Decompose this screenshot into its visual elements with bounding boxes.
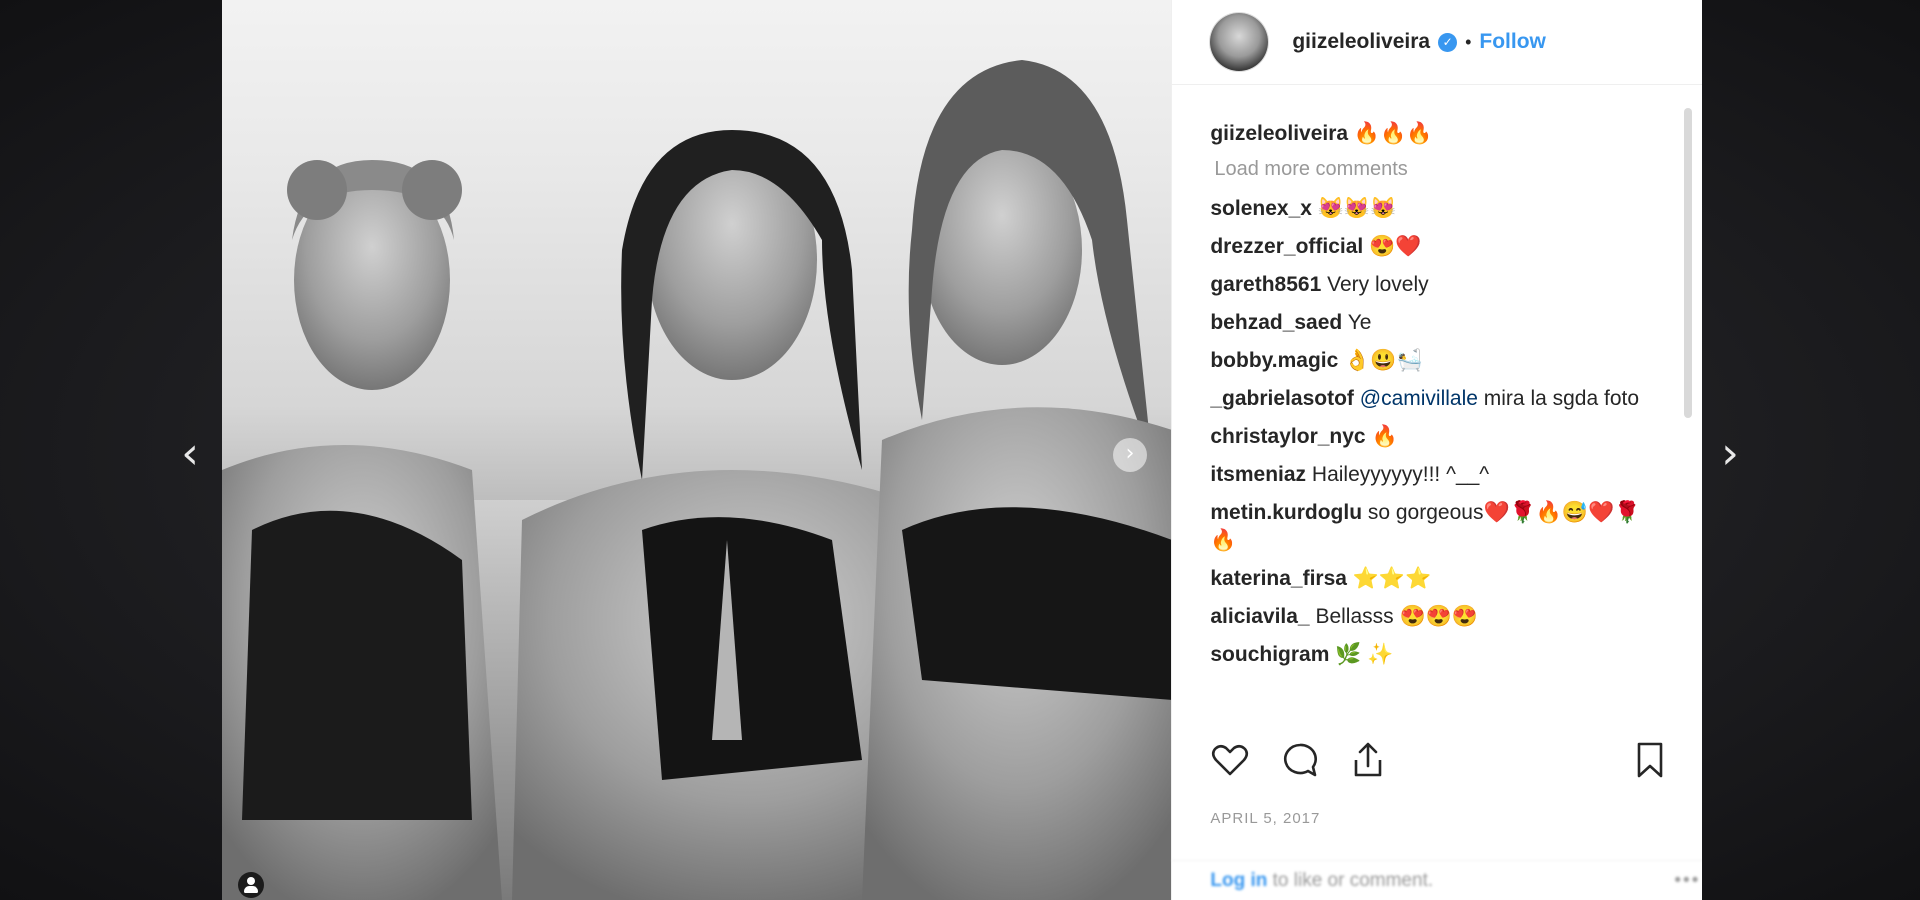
comment-username[interactable]: drezzer_official [1210, 235, 1363, 258]
comment-text: 😻😻😻 [1311, 197, 1397, 220]
comment-item: bobby.magic 👌😃🛀 [1210, 347, 1650, 375]
login-prompt: Log in to like or comment. ••• [1172, 860, 1702, 900]
comment-item: aliciavila_ Bellasss 😍😍😍 [1210, 603, 1650, 631]
comment-text: Haileyyyyyy!!! ^__^ [1306, 463, 1490, 486]
previous-post-arrow[interactable]: ‹ [170, 430, 210, 478]
comment-item: drezzer_official 😍❤️ [1210, 233, 1650, 261]
post-actions [1210, 740, 1670, 786]
carousel-next-button[interactable]: › [1113, 438, 1147, 472]
comment-item: christaylor_nyc 🔥 [1210, 423, 1650, 451]
post-photo[interactable]: › [222, 0, 1172, 900]
comment-mention[interactable]: @camivillale [1360, 387, 1478, 410]
comment-username[interactable]: aliciavila_ [1210, 605, 1309, 628]
separator-dot: • [1465, 31, 1472, 52]
comment-item: behzad_saed Ye [1210, 309, 1650, 337]
comment-item: solenex_x 😻😻😻 [1210, 195, 1650, 223]
verified-badge-icon: ✓ [1438, 32, 1458, 52]
comment-username[interactable]: _gabrielasotof [1210, 387, 1354, 410]
comment-text: ⭐⭐⭐ [1346, 567, 1432, 590]
caption-username[interactable]: giizeleoliveira [1210, 122, 1348, 145]
post-modal: › giizeleoliveira ✓ • Follow giizeleoliv… [222, 0, 1702, 900]
comment-username[interactable]: katerina_firsa [1210, 567, 1347, 590]
heart-icon[interactable] [1210, 740, 1250, 780]
comment-icon[interactable] [1280, 740, 1320, 780]
comment-item: itsmeniaz Haileyyyyyy!!! ^__^ [1210, 461, 1650, 489]
photo-illustration [222, 60, 1172, 900]
comment-text: Ye [1342, 311, 1372, 334]
comment-text: 😍❤️ [1363, 235, 1422, 258]
comment-text: mira la sgda foto [1477, 387, 1640, 410]
comment-username[interactable]: gareth8561 [1210, 273, 1321, 296]
login-link[interactable]: Log in [1210, 870, 1267, 891]
comment-text: 🔥 [1365, 425, 1398, 448]
post-sidebar: giizeleoliveira ✓ • Follow giizeleolivei… [1171, 0, 1702, 900]
share-icon[interactable] [1348, 740, 1388, 780]
comment-item: metin.kurdoglu so gorgeous❤️🌹🔥😅❤️🌹🔥 [1210, 499, 1650, 555]
comment-username[interactable]: itsmeniaz [1210, 463, 1306, 486]
comment-text: Very lovely [1321, 273, 1429, 296]
comment-username[interactable]: solenex_x [1210, 197, 1312, 220]
comment-item: souchigram 🌿 ✨ [1210, 641, 1650, 669]
comment-username[interactable]: souchigram [1210, 643, 1329, 666]
login-prompt-text: to like or comment. [1267, 870, 1434, 891]
post-header: giizeleoliveira ✓ • Follow [1172, 0, 1702, 85]
tagged-users-icon[interactable] [238, 872, 264, 898]
comment-item: gareth8561 Very lovely [1210, 271, 1650, 299]
comment-item: _gabrielasotof @camivillale mira la sgda… [1210, 385, 1650, 413]
follow-button[interactable]: Follow [1479, 30, 1546, 54]
comment-username[interactable]: christaylor_nyc [1210, 425, 1365, 448]
comment-username[interactable]: behzad_saed [1210, 311, 1342, 334]
load-more-comments-button[interactable]: Load more comments [1214, 158, 1700, 181]
comment-text: 👌😃🛀 [1338, 349, 1423, 372]
bookmark-icon[interactable] [1630, 740, 1670, 780]
more-options-icon[interactable]: ••• [1674, 861, 1700, 900]
post-date: APRIL 5, 2017 [1210, 810, 1321, 827]
header-username[interactable]: giizeleoliveira [1292, 30, 1430, 54]
comments-list: giizeleoliveira 🔥🔥🔥 Load more comments s… [1172, 100, 1700, 720]
comment-item: katerina_firsa ⭐⭐⭐ [1210, 565, 1650, 593]
next-post-arrow[interactable]: › [1710, 430, 1750, 478]
comment-username[interactable]: metin.kurdoglu [1210, 501, 1362, 524]
post-caption: giizeleoliveira 🔥🔥🔥 [1210, 120, 1650, 148]
comment-username[interactable]: bobby.magic [1210, 349, 1338, 372]
caption-text: 🔥🔥🔥 [1348, 122, 1433, 145]
comment-text: Bellasss 😍😍😍 [1309, 605, 1478, 628]
comment-text: 🌿 ✨ [1329, 643, 1394, 666]
avatar[interactable] [1210, 13, 1269, 71]
